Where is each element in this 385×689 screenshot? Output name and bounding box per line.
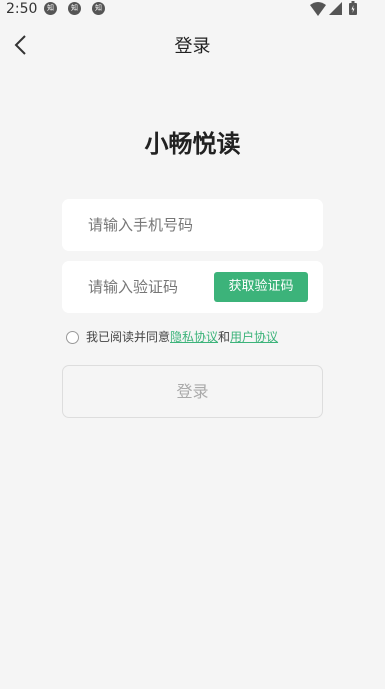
code-field: 获取验证码 bbox=[62, 261, 323, 313]
agreement-prefix: 我已阅读并同意 bbox=[86, 330, 171, 344]
login-button[interactable]: 登录 bbox=[62, 365, 323, 418]
notification-icon: 知 bbox=[92, 2, 105, 15]
verification-code-input[interactable] bbox=[88, 261, 208, 313]
notification-icon: 知 bbox=[44, 2, 57, 15]
signal-icon bbox=[329, 2, 342, 15]
page-title: 登录 bbox=[174, 36, 211, 57]
agree-radio[interactable] bbox=[66, 331, 79, 344]
nav-bar: 登录 bbox=[0, 20, 385, 70]
get-code-button[interactable]: 获取验证码 bbox=[214, 272, 308, 302]
battery-icon bbox=[349, 1, 357, 15]
wifi-icon bbox=[310, 2, 326, 16]
phone-field bbox=[62, 199, 323, 251]
notification-icon: 知 bbox=[68, 2, 81, 15]
privacy-policy-link[interactable]: 隐私协议 bbox=[170, 330, 218, 344]
status-bar: 2:50 知 知 知 bbox=[0, 0, 385, 20]
app-name: 小畅悦读 bbox=[144, 130, 241, 158]
status-time: 2:50 bbox=[6, 1, 38, 17]
agreement-text: 我已阅读并同意隐私协议和用户协议 bbox=[86, 328, 278, 346]
phone-input[interactable] bbox=[88, 199, 308, 251]
agreement-conjunction: 和 bbox=[218, 330, 231, 344]
user-agreement-link[interactable]: 用户协议 bbox=[230, 330, 278, 344]
